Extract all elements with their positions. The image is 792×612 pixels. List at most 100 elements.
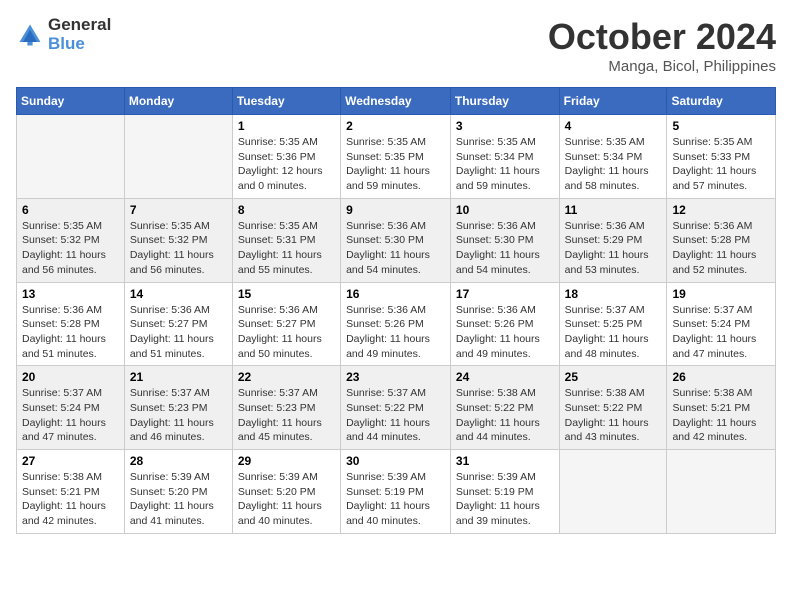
header-wednesday: Wednesday: [341, 88, 451, 115]
table-row: 24 Sunrise: 5:38 AMSunset: 5:22 PMDayligh…: [450, 366, 559, 450]
day-info: Sunrise: 5:37 AMSunset: 5:22 PMDaylight:…: [346, 386, 445, 445]
day-info: Sunrise: 5:39 AMSunset: 5:19 PMDaylight:…: [346, 470, 445, 529]
day-info: Sunrise: 5:37 AMSunset: 5:23 PMDaylight:…: [238, 386, 335, 445]
day-number: 18: [565, 287, 662, 301]
calendar-body: 1 Sunrise: 5:35 AMSunset: 5:36 PMDaylight…: [17, 115, 776, 534]
day-info: Sunrise: 5:35 AMSunset: 5:31 PMDaylight:…: [238, 219, 335, 278]
table-row: 5 Sunrise: 5:35 AMSunset: 5:33 PMDaylight…: [667, 115, 776, 199]
table-row: 26 Sunrise: 5:38 AMSunset: 5:21 PMDayligh…: [667, 366, 776, 450]
table-row: 27 Sunrise: 5:38 AMSunset: 5:21 PMDayligh…: [17, 450, 125, 534]
table-row: 9 Sunrise: 5:36 AMSunset: 5:30 PMDaylight…: [341, 198, 451, 282]
day-number: 26: [672, 370, 770, 384]
day-info: Sunrise: 5:35 AMSunset: 5:34 PMDaylight:…: [456, 135, 554, 194]
day-number: 23: [346, 370, 445, 384]
day-number: 2: [346, 119, 445, 133]
day-number: 14: [130, 287, 227, 301]
day-number: 10: [456, 203, 554, 217]
day-info: Sunrise: 5:38 AMSunset: 5:21 PMDaylight:…: [672, 386, 770, 445]
day-info: Sunrise: 5:35 AMSunset: 5:32 PMDaylight:…: [130, 219, 227, 278]
day-number: 1: [238, 119, 335, 133]
day-info: Sunrise: 5:37 AMSunset: 5:25 PMDaylight:…: [565, 303, 662, 362]
day-number: 8: [238, 203, 335, 217]
day-info: Sunrise: 5:36 AMSunset: 5:27 PMDaylight:…: [238, 303, 335, 362]
day-info: Sunrise: 5:35 AMSunset: 5:35 PMDaylight:…: [346, 135, 445, 194]
day-info: Sunrise: 5:35 AMSunset: 5:33 PMDaylight:…: [672, 135, 770, 194]
day-number: 25: [565, 370, 662, 384]
day-number: 4: [565, 119, 662, 133]
header-monday: Monday: [124, 88, 232, 115]
day-number: 29: [238, 454, 335, 468]
calendar-header: Sunday Monday Tuesday Wednesday Thursday…: [17, 88, 776, 115]
table-row: [124, 115, 232, 199]
header-thursday: Thursday: [450, 88, 559, 115]
table-row: 7 Sunrise: 5:35 AMSunset: 5:32 PMDaylight…: [124, 198, 232, 282]
header-tuesday: Tuesday: [232, 88, 340, 115]
day-info: Sunrise: 5:39 AMSunset: 5:19 PMDaylight:…: [456, 470, 554, 529]
logo: General Blue: [16, 16, 111, 53]
day-info: Sunrise: 5:38 AMSunset: 5:22 PMDaylight:…: [565, 386, 662, 445]
header-friday: Friday: [559, 88, 667, 115]
day-info: Sunrise: 5:37 AMSunset: 5:23 PMDaylight:…: [130, 386, 227, 445]
day-info: Sunrise: 5:36 AMSunset: 5:30 PMDaylight:…: [456, 219, 554, 278]
day-number: 3: [456, 119, 554, 133]
table-row: 30 Sunrise: 5:39 AMSunset: 5:19 PMDayligh…: [341, 450, 451, 534]
day-info: Sunrise: 5:36 AMSunset: 5:27 PMDaylight:…: [130, 303, 227, 362]
table-row: 29Sunrise: 5:39 AMSunset: 5:20 PMDayligh…: [232, 450, 340, 534]
day-info: Sunrise: 5:38 AMSunset: 5:22 PMDaylight:…: [456, 386, 554, 445]
table-row: 31 Sunrise: 5:39 AMSunset: 5:19 PMDayligh…: [450, 450, 559, 534]
table-row: 17Sunrise: 5:36 AMSunset: 5:26 PMDayligh…: [450, 282, 559, 366]
day-info: Sunrise: 5:38 AMSunset: 5:21 PMDaylight:…: [22, 470, 119, 529]
day-number: 19: [672, 287, 770, 301]
header-saturday: Saturday: [667, 88, 776, 115]
day-info: Sunrise: 5:37 AMSunset: 5:24 PMDaylight:…: [672, 303, 770, 362]
table-row: 10 Sunrise: 5:36 AMSunset: 5:30 PMDayligh…: [450, 198, 559, 282]
table-row: 8 Sunrise: 5:35 AMSunset: 5:31 PMDaylight…: [232, 198, 340, 282]
day-info: Sunrise: 5:36 AMSunset: 5:29 PMDaylight:…: [565, 219, 662, 278]
day-number: 7: [130, 203, 227, 217]
table-row: 21 Sunrise: 5:37 AMSunset: 5:23 PMDayligh…: [124, 366, 232, 450]
day-info: Sunrise: 5:35 AMSunset: 5:36 PMDaylight:…: [238, 135, 335, 194]
day-number: 12: [672, 203, 770, 217]
day-info: Sunrise: 5:35 AMSunset: 5:32 PMDaylight:…: [22, 219, 119, 278]
day-info: Sunrise: 5:36 AMSunset: 5:28 PMDaylight:…: [672, 219, 770, 278]
day-number: 27: [22, 454, 119, 468]
table-row: [17, 115, 125, 199]
logo-icon: [16, 21, 44, 49]
table-row: 11Sunrise: 5:36 AMSunset: 5:29 PMDayligh…: [559, 198, 667, 282]
day-number: 24: [456, 370, 554, 384]
header-row: Sunday Monday Tuesday Wednesday Thursday…: [17, 88, 776, 115]
title-block: October 2024 Manga, Bicol, Philippines: [548, 16, 776, 75]
table-row: 19 Sunrise: 5:37 AMSunset: 5:24 PMDayligh…: [667, 282, 776, 366]
table-row: 25 Sunrise: 5:38 AMSunset: 5:22 PMDayligh…: [559, 366, 667, 450]
day-number: 9: [346, 203, 445, 217]
table-row: 1 Sunrise: 5:35 AMSunset: 5:36 PMDaylight…: [232, 115, 340, 199]
page-header: General Blue October 2024 Manga, Bicol, …: [16, 16, 776, 75]
day-number: 13: [22, 287, 119, 301]
table-row: [667, 450, 776, 534]
logo-blue: Blue: [48, 35, 111, 54]
table-row: 3 Sunrise: 5:35 AMSunset: 5:34 PMDaylight…: [450, 115, 559, 199]
logo-general: General: [48, 16, 111, 35]
day-info: Sunrise: 5:36 AMSunset: 5:26 PMDaylight:…: [346, 303, 445, 362]
table-row: 16Sunrise: 5:36 AMSunset: 5:26 PMDayligh…: [341, 282, 451, 366]
table-row: 13 Sunrise: 5:36 AMSunset: 5:28 PMDayligh…: [17, 282, 125, 366]
table-row: 14 Sunrise: 5:36 AMSunset: 5:27 PMDayligh…: [124, 282, 232, 366]
day-number: 5: [672, 119, 770, 133]
day-number: 30: [346, 454, 445, 468]
day-number: 20: [22, 370, 119, 384]
day-number: 15: [238, 287, 335, 301]
calendar-week-row: 27 Sunrise: 5:38 AMSunset: 5:21 PMDayligh…: [17, 450, 776, 534]
day-number: 28: [130, 454, 227, 468]
table-row: 12 Sunrise: 5:36 AMSunset: 5:28 PMDayligh…: [667, 198, 776, 282]
day-info: Sunrise: 5:36 AMSunset: 5:30 PMDaylight:…: [346, 219, 445, 278]
day-number: 31: [456, 454, 554, 468]
table-row: 6Sunrise: 5:35 AMSunset: 5:32 PMDaylight…: [17, 198, 125, 282]
table-row: 22Sunrise: 5:37 AMSunset: 5:23 PMDayligh…: [232, 366, 340, 450]
day-info: Sunrise: 5:36 AMSunset: 5:28 PMDaylight:…: [22, 303, 119, 362]
calendar-week-row: 13 Sunrise: 5:36 AMSunset: 5:28 PMDayligh…: [17, 282, 776, 366]
day-info: Sunrise: 5:37 AMSunset: 5:24 PMDaylight:…: [22, 386, 119, 445]
day-info: Sunrise: 5:36 AMSunset: 5:26 PMDaylight:…: [456, 303, 554, 362]
calendar-week-row: 1 Sunrise: 5:35 AMSunset: 5:36 PMDaylight…: [17, 115, 776, 199]
day-info: Sunrise: 5:39 AMSunset: 5:20 PMDaylight:…: [130, 470, 227, 529]
day-number: 21: [130, 370, 227, 384]
